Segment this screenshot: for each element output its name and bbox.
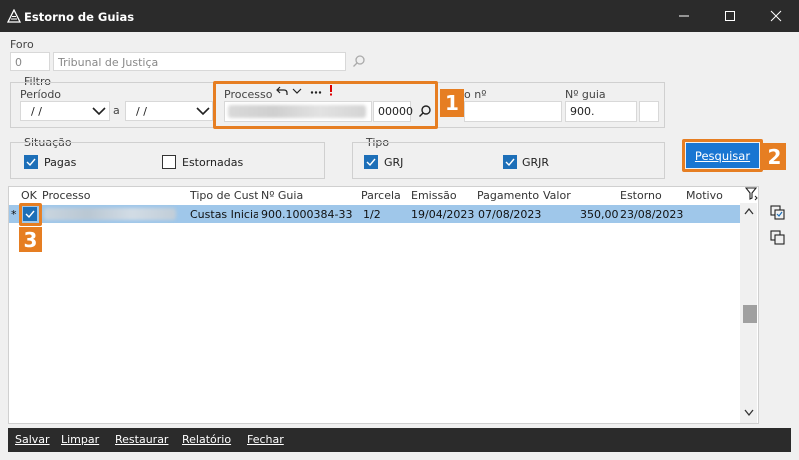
pagas-label: Pagas [44,156,77,169]
fechar-button[interactable]: Fechar [247,433,284,446]
close-button[interactable] [753,0,799,32]
estornadas-label: Estornadas [182,156,244,169]
col-tipo-custa[interactable]: Tipo de Custa [190,189,258,202]
cell-guia: 900.1000384-33 [261,208,353,221]
step-badge-1: 1 [440,89,464,117]
processo-number-field[interactable] [224,101,372,122]
col-guia[interactable]: Nº Guia [261,189,303,202]
foro-label: Foro [10,38,34,51]
numero-field[interactable] [464,101,562,122]
filter-icon[interactable] [745,187,759,201]
col-motivo[interactable]: Motivo [686,189,723,202]
copy-icon[interactable] [770,205,786,220]
processo-suffix-field[interactable]: 00000 [373,101,413,122]
period-separator: a [113,104,120,117]
estornadas-checkbox[interactable] [162,155,176,169]
minimize-button[interactable] [661,0,707,32]
check-icon [366,158,376,167]
duplicate-icon[interactable] [770,230,786,245]
app-icon [7,9,21,23]
check-icon [26,158,36,167]
title-bar: Estorno de Guias [0,0,799,32]
bottom-toolbar: Salvar Limpar Restaurar Relatório Fechar [8,428,791,452]
check-icon [505,158,515,167]
col-emissao[interactable]: Emissão [411,189,457,202]
processo-label: Processo [224,88,273,101]
cell-pagamento: 07/08/2023 [478,208,542,221]
minimize-icon [679,15,689,17]
cell-valor: 350,00 [580,208,619,221]
processo-search-icon[interactable] [418,104,432,118]
grj-checkbox[interactable] [364,155,378,169]
cell-parcela: 1/2 [363,208,381,221]
row-marker: * [11,208,17,221]
redacted-row-processo [44,208,176,220]
col-valor[interactable]: Valor [543,189,571,202]
grjr-checkbox[interactable] [503,155,517,169]
window-title: Estorno de Guias [24,10,135,24]
scroll-thumb[interactable] [743,305,757,323]
alert-icon [330,85,332,96]
cell-emissao: 19/04/2023 [411,208,475,221]
row-ok-checkbox[interactable] [23,207,37,221]
limpar-button[interactable]: Limpar [61,433,99,446]
foro-search-icon[interactable] [352,54,366,68]
guia-field[interactable]: 900. [565,101,637,122]
restaurar-button[interactable]: Restaurar [115,433,168,446]
foro-name-field[interactable]: Tribunal de Justiça [53,52,346,71]
maximize-icon [725,11,735,21]
date-to-value: / / [136,105,147,118]
redacted-processo [228,105,366,118]
more-icon[interactable] [310,91,322,94]
col-processo[interactable]: Processo [42,189,90,202]
chevron-down-icon[interactable] [292,87,302,95]
pagas-checkbox[interactable] [24,155,38,169]
scroll-down-icon[interactable] [744,409,754,417]
relatorio-button[interactable]: Relatório [182,433,231,446]
chevron-down-icon[interactable] [92,105,106,117]
col-estorno[interactable]: Estorno [620,189,662,202]
maximize-button[interactable] [707,0,753,32]
cell-estorno: 23/08/2023 [620,208,684,221]
foro-code-field[interactable]: 0 [10,52,50,71]
step-badge-3: 3 [19,227,42,252]
check-icon [25,210,35,219]
scroll-up-icon[interactable] [744,207,754,215]
guia-label: Nº guia [565,88,606,101]
grjr-label: GRJR [522,156,550,169]
col-parcela[interactable]: Parcela [361,189,401,202]
partial-label: o nº [464,88,487,101]
pesquisar-button[interactable]: Pesquisar [686,143,759,168]
periodo-label: Período [20,88,62,101]
grj-label: GRJ [384,156,404,169]
guia-digit-field[interactable] [639,101,659,122]
close-icon [770,10,782,22]
salvar-button[interactable]: Salvar [15,433,50,446]
col-pagamento[interactable]: Pagamento [477,189,539,202]
step-badge-2: 2 [763,143,786,170]
undo-icon[interactable] [276,86,288,96]
date-from-value: / / [31,105,42,118]
cell-tipo-custa: Custas Iniciai: [190,208,258,221]
col-ok[interactable]: OK [21,189,37,202]
chevron-down-icon[interactable] [196,105,210,117]
